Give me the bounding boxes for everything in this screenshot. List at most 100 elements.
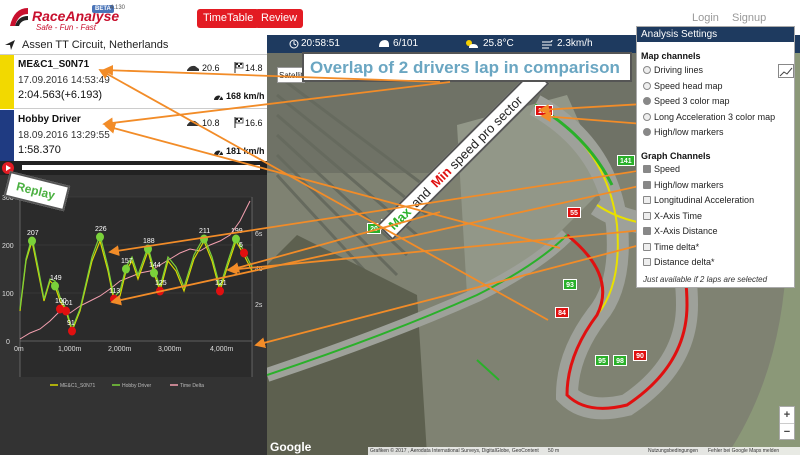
graph-marker — [150, 268, 158, 278]
map-report-link[interactable]: Fehler bei Google Maps melden — [708, 448, 779, 454]
graph-marker — [62, 306, 70, 316]
clock-icon — [289, 39, 299, 49]
logo-tagline: Safe - Fun - Fast — [36, 23, 97, 32]
graph-marker — [68, 326, 76, 336]
graph-option[interactable]: X-Axis Time — [643, 211, 702, 221]
lap-driver-name: Hobby Driver — [18, 114, 81, 125]
left-panel: Assen TT Circuit, Netherlands ME&C1_S0N7… — [0, 35, 267, 455]
graph-marker-label: 101 — [61, 300, 73, 307]
track-name: Assen TT Circuit, Netherlands — [22, 39, 169, 51]
graph-marker-label: 121 — [215, 280, 227, 287]
graph-option[interactable]: Time delta* — [643, 242, 699, 252]
checkbox-icon[interactable] — [643, 196, 651, 204]
map-option-label: Long Acceleration 3 color map — [654, 111, 776, 122]
graph-option-label: Speed — [654, 164, 681, 174]
review-button[interactable]: Review — [255, 9, 304, 28]
graph-marker-label: 199 — [231, 228, 243, 235]
lap-value-1: 10.8 — [202, 118, 220, 128]
login-link[interactable]: Login — [692, 12, 719, 24]
graph-marker-label: 113 — [109, 288, 120, 295]
radio-icon[interactable] — [643, 66, 651, 74]
raceanalyse-logo[interactable]: RaceAnalyse Safe - Fun - Fast BETA 4.130 — [6, 2, 126, 32]
session-clock: 20:58:51 — [301, 38, 340, 49]
lap-card[interactable]: ME&C1_S0N71 17.09.2016 14:53:49 2:04.563… — [0, 55, 267, 109]
timetable-button[interactable]: TimeTable — [197, 9, 260, 28]
weather-icon — [466, 40, 478, 48]
graph-marker-label: 188 — [143, 238, 155, 245]
radio-icon[interactable] — [643, 128, 651, 136]
zoom-out-button[interactable]: − — [780, 424, 794, 440]
map-option[interactable]: Driving lines — [643, 65, 703, 75]
checkered-flag-icon — [234, 117, 244, 128]
graph-option[interactable]: Longitudinal Acceleration — [643, 195, 754, 205]
radio-icon[interactable] — [643, 112, 651, 121]
map-channels-heading: Map channels — [641, 51, 701, 61]
graph-channels-heading: Graph Channels — [641, 151, 711, 161]
lap-date: 18.09.2016 13:29:55 — [18, 130, 110, 141]
graph-marker — [240, 248, 248, 258]
graph-option[interactable]: High/low markers — [643, 180, 724, 190]
graph-marker — [144, 244, 152, 254]
location-arrow-icon — [5, 40, 15, 50]
track-selector[interactable]: Assen TT Circuit, Netherlands — [0, 35, 267, 55]
session-temperature: 25.8°C — [483, 38, 514, 49]
checkbox-icon[interactable] — [643, 180, 651, 189]
graph-marker — [122, 264, 130, 274]
checkbox-icon[interactable] — [643, 211, 651, 220]
map-speed-marker[interactable]: 84 — [555, 307, 569, 318]
lap-value-2: 14.8 — [245, 63, 263, 73]
map-option-label: Driving lines — [654, 65, 704, 75]
checkbox-icon[interactable] — [643, 227, 651, 235]
lap-color-bar — [0, 110, 14, 164]
map-speed-marker[interactable]: 90 — [633, 350, 647, 361]
map-speed-marker[interactable]: 141 — [617, 155, 635, 166]
map-speed-marker[interactable]: 100 — [535, 105, 553, 116]
graph-option-label: Distance delta* — [654, 257, 715, 267]
map-speed-marker[interactable]: 93 — [563, 279, 577, 290]
map-option[interactable]: Speed 3 color map — [643, 96, 730, 106]
helmet-icon — [379, 40, 389, 47]
version-label: 4.130 — [110, 5, 126, 11]
checkbox-icon[interactable] — [643, 258, 651, 266]
signup-link[interactable]: Signup — [732, 12, 766, 24]
map-speed-marker[interactable]: 55 — [567, 207, 581, 218]
chart-toggle-icon[interactable] — [778, 64, 794, 78]
graph-marker — [110, 294, 118, 304]
sector-car-icon — [187, 120, 199, 126]
satellite-toggle[interactable]: Satellit — [277, 67, 305, 83]
settings-note: Just available if 2 laps are selected — [643, 275, 768, 284]
lap-card[interactable]: Hobby Driver 18.09.2016 13:29:55 1:58.37… — [0, 110, 267, 164]
graph-option-label: Time delta* — [654, 241, 700, 252]
map-scale: 50 m — [548, 448, 560, 454]
map-option-label: Speed 3 color map — [654, 96, 730, 106]
map-option[interactable]: Speed head map — [643, 81, 723, 91]
map-terms-link[interactable]: Nutzungsbedingungen — [648, 448, 698, 454]
replay-label: Replay — [14, 179, 57, 203]
radio-icon[interactable] — [643, 81, 651, 90]
map-option[interactable]: Long Acceleration 3 color map — [643, 112, 775, 122]
graph-option-label: High/low markers — [654, 179, 724, 190]
graph-option-label: Longitudinal Acceleration — [654, 195, 755, 205]
graph-marker-label: 157 — [121, 258, 133, 265]
zoom-in-button[interactable]: + — [780, 407, 794, 424]
graph-marker-label: 211 — [199, 228, 210, 235]
map-option[interactable]: High/low markers — [643, 127, 724, 137]
session-wind: 2.3km/h — [557, 38, 593, 49]
telemetry-graph[interactable]: 300 200 100 0 6s 4s 2s 0m 1,000m 2,000m … — [0, 161, 267, 455]
google-logo: Google — [270, 440, 312, 454]
map-speed-marker[interactable]: 98 — [613, 355, 627, 366]
radio-icon[interactable] — [643, 97, 651, 105]
checkbox-icon[interactable] — [643, 165, 651, 173]
map-zoom-control: + − — [779, 406, 795, 440]
lap-max-speed: 168 km/h — [226, 91, 265, 101]
checkbox-icon[interactable] — [643, 242, 651, 251]
graph-marker — [96, 232, 104, 242]
map-option-label: High/low markers — [654, 127, 724, 137]
graph-option-label: X-Axis Time — [654, 210, 703, 221]
map-option-label: Speed head map — [654, 80, 723, 91]
graph-option[interactable]: Speed — [643, 164, 680, 174]
graph-marker-label: 149 — [50, 275, 62, 282]
graph-option[interactable]: Distance delta* — [643, 257, 715, 267]
graph-option[interactable]: X-Axis Distance — [643, 226, 718, 236]
map-speed-marker[interactable]: 95 — [595, 355, 609, 366]
